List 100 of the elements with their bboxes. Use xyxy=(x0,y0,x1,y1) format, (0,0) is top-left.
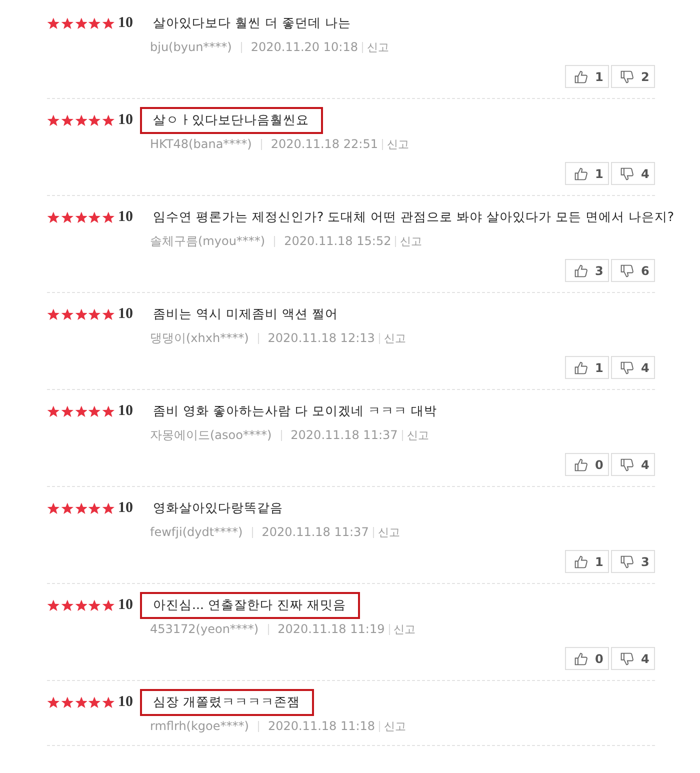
dislike-button[interactable]: 4 xyxy=(611,356,655,379)
star-icon xyxy=(88,696,102,708)
star-icon xyxy=(74,696,88,708)
star-icon xyxy=(60,114,74,126)
star-icon xyxy=(88,308,102,320)
star-icon xyxy=(74,404,88,418)
star-icon xyxy=(102,502,115,514)
review-comment: 살아있다보다 훨씬 더 좋던데 나는 xyxy=(152,14,352,32)
rating-score: 10 xyxy=(118,306,134,322)
star-icon xyxy=(60,696,74,708)
star-icon xyxy=(88,502,102,514)
star-icon xyxy=(102,16,115,30)
star-icon xyxy=(47,308,60,320)
star-icon xyxy=(88,16,102,30)
review-date: 2020.11.20 10:18 xyxy=(250,40,358,54)
thumbs-up-icon xyxy=(574,264,588,278)
review-comment: 아진심... 연출잘한다 진짜 재밋음 xyxy=(140,592,360,618)
rating-score: 10 xyxy=(118,112,134,128)
star-icon xyxy=(88,404,102,418)
star-icon xyxy=(47,502,60,514)
thumbs-up-icon xyxy=(574,166,588,180)
star-icon xyxy=(102,696,115,708)
star-icon xyxy=(74,308,88,320)
star-icon xyxy=(47,114,60,126)
thumbs-down-icon xyxy=(620,554,634,568)
thumbs-down-icon xyxy=(620,70,634,84)
star-icon xyxy=(47,16,60,30)
thumbs-up-icon xyxy=(574,554,588,568)
review-date: 2020.11.18 11:37 xyxy=(290,428,398,442)
like-button[interactable]: 0 xyxy=(565,453,609,476)
star-icon xyxy=(47,696,60,708)
thumbs-down-icon xyxy=(620,360,634,374)
like-button[interactable]: 1 xyxy=(565,162,609,185)
dislike-button[interactable]: 4 xyxy=(611,647,655,670)
review-comment: 살ㅇㅏ있다보단나음훨씬요 xyxy=(140,106,323,134)
rating-score: 10 xyxy=(118,402,134,420)
star-icon xyxy=(60,210,74,224)
thumbs-up-icon xyxy=(574,458,588,472)
rating-score: 10 xyxy=(118,208,134,226)
review-author: 453172(yeon****) xyxy=(150,622,259,636)
rating-score: 10 xyxy=(118,14,134,32)
thumbs-down-icon xyxy=(620,264,634,278)
review-comment: 영화살아있다랑똑같음 xyxy=(152,498,284,516)
review-date: 2020.11.18 15:52 xyxy=(284,234,392,248)
star-icon xyxy=(74,16,88,30)
thumbs-down-icon xyxy=(620,166,634,180)
review-date: 2020.11.18 11:18 xyxy=(268,719,376,733)
like-button[interactable]: 1 xyxy=(565,65,609,88)
star-icon xyxy=(102,308,115,320)
star-icon xyxy=(47,598,60,612)
dislike-button[interactable]: 4 xyxy=(611,162,655,185)
rating-score: 10 xyxy=(118,500,134,516)
star-icon xyxy=(60,502,74,514)
dislike-button[interactable]: 4 xyxy=(611,453,655,476)
review-date: 2020.11.18 22:51 xyxy=(270,137,378,151)
star-icon xyxy=(47,210,60,224)
thumbs-down-icon xyxy=(620,458,634,472)
review-comment: 심장 개쫄렸ㅋㅋㅋㅋ존잼 xyxy=(140,688,314,716)
review-comment: 임수연 평론가는 제정신인가? 도대체 어떤 관점으로 봐야 살아있다가 모든 면에서 나은지? xyxy=(152,208,676,226)
star-icon xyxy=(88,210,102,224)
star-icon xyxy=(102,598,115,612)
thumbs-up-icon xyxy=(574,652,588,666)
star-icon xyxy=(102,210,115,224)
dislike-button[interactable]: 3 xyxy=(611,550,655,573)
star-icon xyxy=(74,502,88,514)
star-icon xyxy=(88,598,102,612)
review-date: 2020.11.18 11:19 xyxy=(278,622,385,636)
review-author: fewfji(dydt****) xyxy=(150,525,243,539)
review-comment: 좀비 영화 좋아하는사람 다 모이겠네 ㅋㅋㅋ 대박 xyxy=(152,402,438,420)
like-button[interactable]: 1 xyxy=(565,356,609,379)
review-author: 댕댕이(xhxh****) xyxy=(150,330,249,346)
review-author: bju(byun****) xyxy=(150,40,232,54)
thumbs-up-icon xyxy=(574,70,588,84)
like-button[interactable]: 1 xyxy=(565,550,609,573)
review-author: HKT48(bana****) xyxy=(150,137,252,151)
thumbs-up-icon xyxy=(574,360,588,374)
like-button[interactable]: 0 xyxy=(565,647,609,670)
star-icon xyxy=(74,210,88,224)
review-date: 2020.11.18 11:37 xyxy=(262,525,369,539)
star-icon xyxy=(60,404,74,418)
rating-score: 10 xyxy=(118,694,134,710)
thumbs-down-icon xyxy=(620,652,634,666)
review-date: 2020.11.18 12:13 xyxy=(268,331,375,345)
star-icon xyxy=(88,114,102,126)
star-icon xyxy=(102,114,115,126)
review-author: rmflrh(kgoe****) xyxy=(150,719,249,733)
star-icon xyxy=(60,598,74,612)
review-comment: 좀비는 역시 미제좀비 액션 쩔어 xyxy=(152,304,339,322)
star-icon xyxy=(47,404,60,418)
like-button[interactable]: 3 xyxy=(565,259,609,282)
star-icon xyxy=(102,404,115,418)
dislike-button[interactable]: 6 xyxy=(611,259,655,282)
dislike-button[interactable]: 2 xyxy=(611,65,655,88)
review-author: 솔체구름(myou****) xyxy=(150,232,266,250)
star-icon xyxy=(60,308,74,320)
rating-score: 10 xyxy=(118,596,134,614)
review-author: 자몽에이드(asoo****) xyxy=(150,426,272,444)
star-icon xyxy=(74,114,88,126)
star-icon xyxy=(74,598,88,612)
star-icon xyxy=(60,16,74,30)
